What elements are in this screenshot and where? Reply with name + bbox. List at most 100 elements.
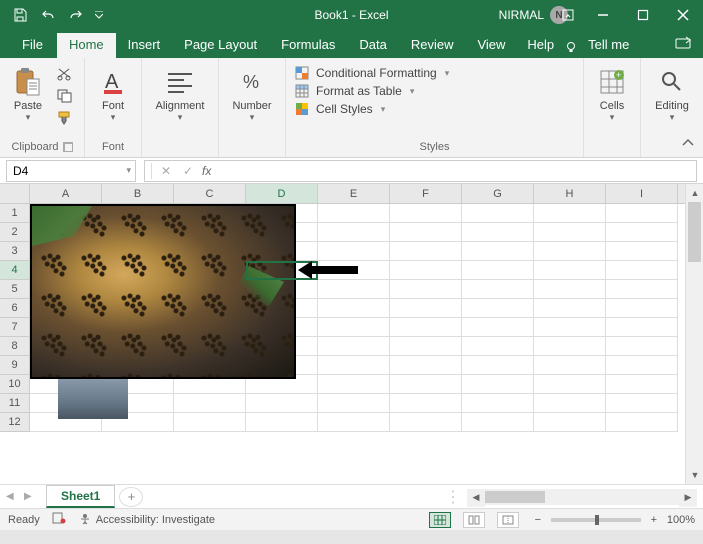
cell[interactable]: [390, 223, 462, 242]
row-header[interactable]: 11: [0, 394, 30, 413]
column-header[interactable]: A: [30, 184, 102, 203]
sheet-nav-next-icon[interactable]: ▶: [18, 491, 36, 502]
cell[interactable]: [390, 394, 462, 413]
row-header[interactable]: 6: [0, 299, 30, 318]
cell[interactable]: [246, 394, 318, 413]
view-page-layout-icon[interactable]: [463, 512, 485, 528]
row-header[interactable]: 4: [0, 261, 30, 280]
cell[interactable]: [462, 413, 534, 432]
sheet-tab[interactable]: Sheet1: [46, 485, 115, 508]
cell[interactable]: [462, 261, 534, 280]
cell[interactable]: [246, 413, 318, 432]
scroll-track[interactable]: [686, 202, 703, 466]
cell[interactable]: [390, 204, 462, 223]
scroll-thumb[interactable]: [688, 202, 701, 262]
tab-help[interactable]: Help: [517, 33, 564, 58]
zoom-level[interactable]: 100%: [667, 514, 695, 526]
conditional-formatting-button[interactable]: Conditional Formatting▾: [294, 66, 449, 80]
cell[interactable]: [534, 242, 606, 261]
qat-customize-icon[interactable]: [92, 3, 106, 27]
cell[interactable]: [606, 280, 678, 299]
cell[interactable]: [606, 375, 678, 394]
cell[interactable]: [534, 204, 606, 223]
undo-icon[interactable]: [36, 3, 60, 27]
embedded-object-leopard[interactable]: [30, 204, 296, 379]
tab-insert[interactable]: Insert: [116, 33, 173, 58]
column-header[interactable]: B: [102, 184, 174, 203]
cell[interactable]: [318, 242, 390, 261]
accessibility-checker[interactable]: Accessibility: Investigate: [78, 513, 215, 527]
column-header[interactable]: D: [246, 184, 318, 203]
cell[interactable]: [534, 318, 606, 337]
tab-file[interactable]: File: [8, 33, 57, 58]
cell[interactable]: [390, 261, 462, 280]
cell[interactable]: [462, 204, 534, 223]
chevron-down-icon[interactable]: ▾: [126, 165, 131, 176]
cell[interactable]: [318, 394, 390, 413]
tab-review[interactable]: Review: [399, 33, 466, 58]
cell[interactable]: [318, 223, 390, 242]
row-header[interactable]: 1: [0, 204, 30, 223]
copy-icon[interactable]: [54, 88, 76, 104]
maximize-button[interactable]: [623, 0, 663, 30]
paste-button[interactable]: Paste ▾: [8, 62, 48, 123]
cell[interactable]: [390, 413, 462, 432]
cell[interactable]: [534, 280, 606, 299]
cell[interactable]: [534, 375, 606, 394]
cell[interactable]: [606, 261, 678, 280]
cell[interactable]: [318, 413, 390, 432]
cell[interactable]: [534, 413, 606, 432]
name-box[interactable]: D4▾: [6, 160, 136, 182]
cell[interactable]: [174, 394, 246, 413]
cell[interactable]: [318, 318, 390, 337]
insert-function-icon[interactable]: fx: [202, 164, 211, 178]
number-button[interactable]: % Number ▾: [227, 62, 277, 123]
vertical-scrollbar[interactable]: ▲ ▼: [685, 184, 703, 484]
cell[interactable]: [606, 394, 678, 413]
column-header[interactable]: F: [390, 184, 462, 203]
column-header[interactable]: I: [606, 184, 678, 203]
zoom-slider[interactable]: [551, 518, 641, 522]
cancel-formula-icon[interactable]: ✕: [158, 164, 174, 178]
sheet-nav-prev-icon[interactable]: ◀: [0, 491, 18, 502]
cell-styles-button[interactable]: Cell Styles▾: [294, 102, 449, 116]
column-header[interactable]: E: [318, 184, 390, 203]
row-header[interactable]: 3: [0, 242, 30, 261]
cell[interactable]: [390, 242, 462, 261]
tab-view[interactable]: View: [465, 33, 517, 58]
dialog-launcher-icon[interactable]: [63, 142, 73, 152]
cell[interactable]: [534, 261, 606, 280]
select-all-corner[interactable]: [0, 184, 30, 203]
cell[interactable]: [606, 242, 678, 261]
cell[interactable]: [462, 394, 534, 413]
scroll-track[interactable]: [485, 489, 679, 505]
cell[interactable]: [462, 337, 534, 356]
tab-data[interactable]: Data: [347, 33, 398, 58]
scroll-left-icon[interactable]: ◀: [467, 489, 485, 507]
cell[interactable]: [606, 204, 678, 223]
row-header[interactable]: 10: [0, 375, 30, 394]
tell-me[interactable]: Tell me: [578, 33, 639, 58]
tab-page-layout[interactable]: Page Layout: [172, 33, 269, 58]
save-icon[interactable]: [8, 3, 32, 27]
column-header[interactable]: H: [534, 184, 606, 203]
embedded-object-small[interactable]: [58, 379, 128, 419]
share-icon[interactable]: [665, 31, 703, 58]
zoom-in-button[interactable]: +: [647, 514, 661, 526]
scroll-thumb[interactable]: [485, 491, 545, 503]
cell[interactable]: [318, 280, 390, 299]
zoom-thumb[interactable]: [595, 515, 599, 525]
close-button[interactable]: [663, 0, 703, 30]
scroll-up-icon[interactable]: ▲: [686, 184, 703, 202]
column-header[interactable]: G: [462, 184, 534, 203]
format-painter-icon[interactable]: [54, 110, 76, 126]
add-sheet-button[interactable]: +: [119, 487, 143, 507]
cell[interactable]: [462, 299, 534, 318]
tab-formulas[interactable]: Formulas: [269, 33, 347, 58]
view-normal-icon[interactable]: [429, 512, 451, 528]
cell[interactable]: [534, 356, 606, 375]
cell[interactable]: [318, 356, 390, 375]
font-button[interactable]: A Font ▾: [93, 62, 133, 123]
scroll-right-icon[interactable]: ▶: [679, 489, 697, 507]
cell[interactable]: [606, 413, 678, 432]
